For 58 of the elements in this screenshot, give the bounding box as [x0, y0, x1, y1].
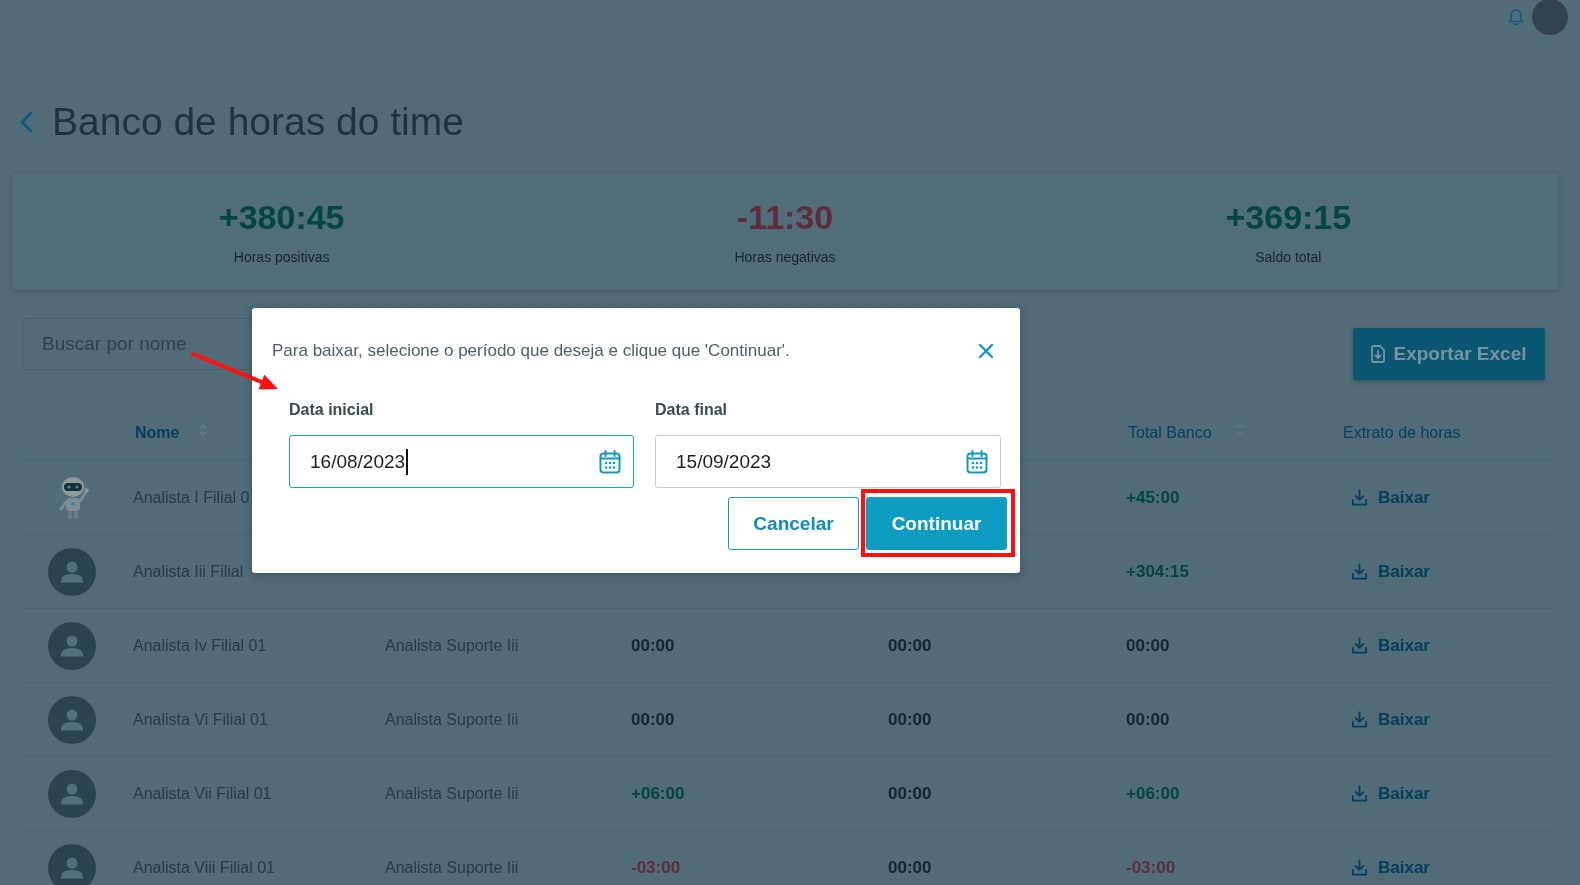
download-icon — [1351, 785, 1368, 802]
download-icon — [1351, 489, 1368, 506]
column-header: Nome — [135, 423, 180, 442]
download-icon — [1351, 563, 1368, 580]
total-hours-value: 00:00 — [1126, 635, 1170, 656]
download-link[interactable]: Baixar — [1351, 635, 1430, 656]
field-label: Data final — [655, 400, 727, 420]
back-chevron-icon[interactable] — [20, 111, 33, 133]
close-icon[interactable] — [978, 343, 994, 359]
sort-icon[interactable] — [1235, 422, 1244, 437]
column-header: Total Banco — [1128, 423, 1212, 442]
hours-value: 00:00 — [631, 709, 675, 730]
text-cursor-icon — [406, 448, 409, 475]
download-icon — [1351, 637, 1368, 654]
download-icon — [1351, 711, 1368, 728]
hours-value: 00:00 — [888, 857, 932, 878]
person-avatar-icon — [48, 621, 96, 670]
total-hours-value: -03:00 — [1126, 857, 1176, 878]
continue-button[interactable]: Continuar — [866, 497, 1007, 550]
download-link[interactable]: Baixar — [1351, 857, 1430, 878]
hours-value: 00:00 — [631, 635, 675, 656]
summary-label: Saldo total — [1255, 248, 1322, 266]
hours-value: 00:00 — [888, 709, 932, 730]
hours-value: +06:00 — [631, 783, 685, 804]
total-hours-value: +304:15 — [1126, 561, 1189, 582]
avatar-placeholder[interactable] — [1532, 0, 1568, 35]
download-link[interactable]: Baixar — [1351, 709, 1430, 730]
export-excel-button[interactable]: Exportar Excel — [1353, 328, 1545, 380]
page-title: Banco de horas do time — [52, 99, 464, 145]
summary-value: -11:30 — [736, 197, 834, 237]
summary-value: +380:45 — [218, 197, 345, 237]
hours-value: 00:00 — [888, 783, 932, 804]
person-avatar-icon — [48, 769, 96, 818]
sort-icon[interactable] — [199, 422, 208, 437]
calendar-icon[interactable] — [966, 449, 988, 474]
calendar-icon[interactable] — [599, 449, 621, 474]
date-field[interactable]: 16/08/2023 — [289, 435, 634, 488]
download-icon — [1351, 859, 1368, 876]
total-hours-value: +06:00 — [1126, 783, 1180, 804]
download-link[interactable]: Baixar — [1351, 487, 1430, 508]
dialog-message: Para baixar, selecione o período que deseja e clique que 'Continuar'. — [272, 340, 790, 362]
hours-value: 00:00 — [888, 635, 932, 656]
field-label: Data inicial — [289, 400, 374, 420]
download-link[interactable]: Baixar — [1351, 783, 1430, 804]
column-header: Extrato de horas — [1343, 423, 1461, 442]
total-hours-value: 00:00 — [1126, 709, 1170, 730]
date-field[interactable]: 15/09/2023 — [655, 435, 1001, 488]
cancel-button[interactable]: Cancelar — [728, 497, 859, 550]
summary-label: Horas negativas — [734, 248, 836, 266]
person-avatar-icon — [48, 695, 96, 744]
summary-value: +369:15 — [1225, 197, 1352, 237]
total-hours-value: +45:00 — [1126, 487, 1180, 508]
download-link[interactable]: Baixar — [1351, 561, 1430, 582]
person-avatar-icon — [48, 547, 96, 596]
bell-icon[interactable] — [1508, 7, 1524, 25]
file-download-icon — [1371, 345, 1386, 363]
hours-value: -03:00 — [631, 857, 681, 878]
summary-label: Horas positivas — [233, 248, 330, 266]
